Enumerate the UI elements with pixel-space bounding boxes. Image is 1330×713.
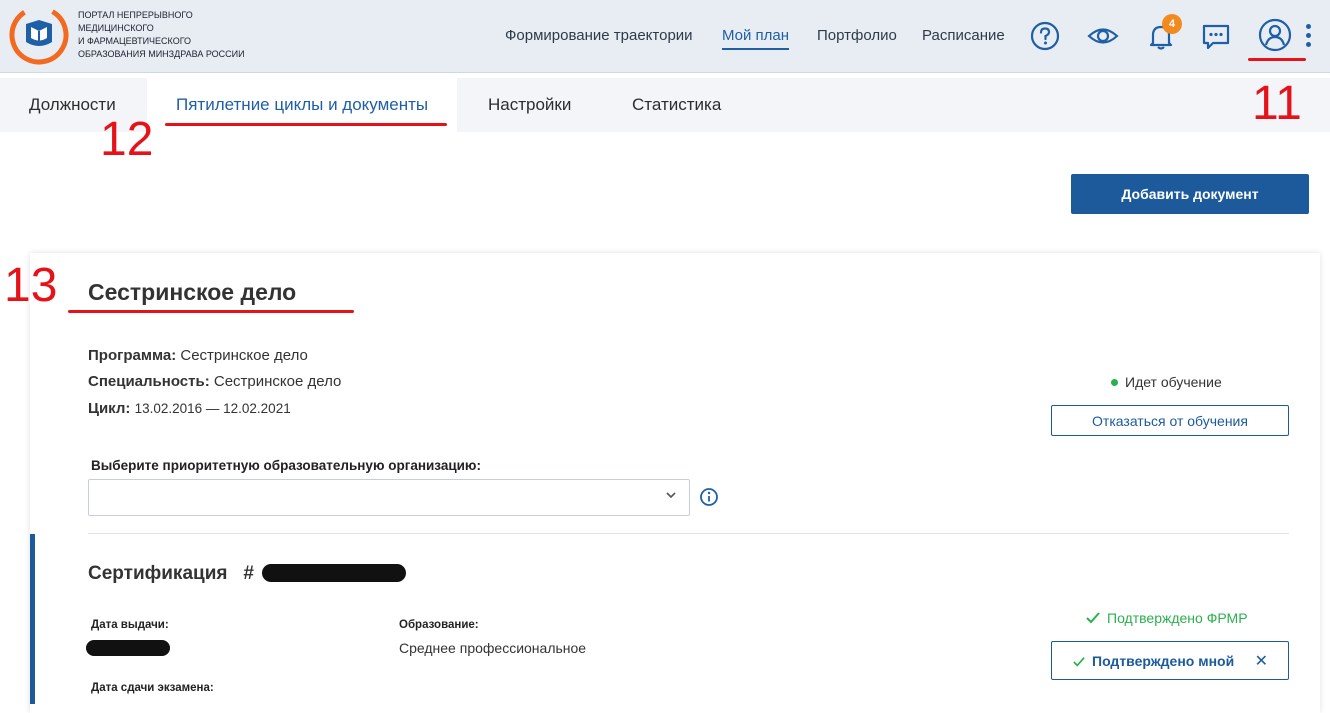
redacted-certificate-number: [262, 564, 406, 582]
portal-logo[interactable]: [8, 4, 70, 66]
section-divider: [88, 533, 1289, 534]
certification-title: Сертификация #: [88, 563, 254, 585]
annotation-underline: [1248, 58, 1306, 61]
user-icon[interactable]: [1258, 18, 1292, 52]
annotation-underline: [165, 123, 447, 126]
certification-accent-bar: [30, 534, 35, 704]
logo-line: Портал непрерывного: [78, 10, 193, 20]
exam-date-label: Дата сдачи экзамена:: [91, 682, 214, 694]
close-icon[interactable]: ✕: [1255, 651, 1268, 671]
annotation-number-11: 11: [1252, 77, 1302, 130]
logo-line: образования Минздрава России: [78, 49, 245, 59]
logo-line: медицинского: [78, 23, 154, 33]
eye-icon[interactable]: [1086, 19, 1120, 53]
redacted-issue-date: [86, 640, 170, 656]
cycle-row: Цикл: 13.02.2016 — 12.02.2021: [88, 400, 291, 417]
nav-portfolio[interactable]: Портфолио: [817, 27, 897, 44]
program-row: Программа: Сестринское дело: [88, 347, 308, 364]
education-label: Образование:: [399, 619, 479, 631]
notification-count-badge: 4: [1162, 14, 1182, 34]
refuse-training-button[interactable]: Отказаться от обучения: [1051, 405, 1289, 436]
add-document-button[interactable]: Добавить документ: [1071, 174, 1309, 214]
education-value: Среднее профессиональное: [399, 640, 587, 656]
annotation-number-13: 13: [4, 259, 58, 312]
info-icon[interactable]: [699, 487, 719, 507]
logo-line: и фармацевтического: [78, 36, 192, 46]
confirmed-by-me-label: Подтверждено мной: [1092, 652, 1235, 669]
organization-select-label: Выберите приоритетную образовательную ор…: [91, 458, 481, 473]
check-icon: [1073, 656, 1085, 667]
confirmed-frmr-status: Подтверждено ФРМР: [1085, 610, 1248, 626]
status-badge: Идет обучение: [1111, 374, 1222, 390]
program-value: Сестринское дело: [180, 347, 308, 364]
tab-settings[interactable]: Настройки: [459, 78, 600, 132]
cycle-title: Сестринское дело: [88, 279, 297, 305]
status-dot-icon: [1111, 379, 1118, 386]
chat-icon[interactable]: [1199, 19, 1233, 53]
issue-date-label: Дата выдачи:: [91, 619, 169, 631]
organization-select[interactable]: [88, 479, 690, 516]
portal-logo-text: Портал непрерывного медицинского и фарма…: [78, 9, 278, 61]
program-label: Программа:: [88, 347, 177, 364]
kebab-menu-icon[interactable]: [1304, 24, 1314, 52]
annotation-number-12: 12: [100, 113, 154, 166]
nav-trajectory[interactable]: Формирование траектории: [505, 27, 693, 44]
top-header: Портал непрерывного медицинского и фарма…: [0, 0, 1330, 73]
chevron-down-icon: [666, 492, 676, 499]
certification-label: Сертификация: [88, 563, 228, 584]
check-icon: [1086, 612, 1100, 624]
status-text: Идет обучение: [1125, 374, 1222, 390]
nav-schedule[interactable]: Расписание: [922, 27, 1005, 44]
help-icon[interactable]: [1028, 19, 1062, 53]
tab-statistics[interactable]: Статистика: [603, 78, 750, 132]
confirmed-frmr-text: Подтверждено ФРМР: [1107, 610, 1248, 626]
cycle-label: Цикл:: [88, 400, 131, 417]
annotation-underline: [68, 310, 354, 313]
specialty-row: Специальность: Сестринское дело: [88, 373, 341, 390]
confirmed-by-me-button[interactable]: Подтверждено мной ✕: [1051, 641, 1289, 680]
certification-number-prefix: #: [243, 563, 254, 584]
cycle-dates: 13.02.2016 — 12.02.2021: [134, 401, 291, 416]
specialty-label: Специальность:: [88, 373, 210, 390]
nav-my-plan[interactable]: Мой план: [722, 27, 790, 50]
specialty-value: Сестринское дело: [213, 373, 342, 390]
